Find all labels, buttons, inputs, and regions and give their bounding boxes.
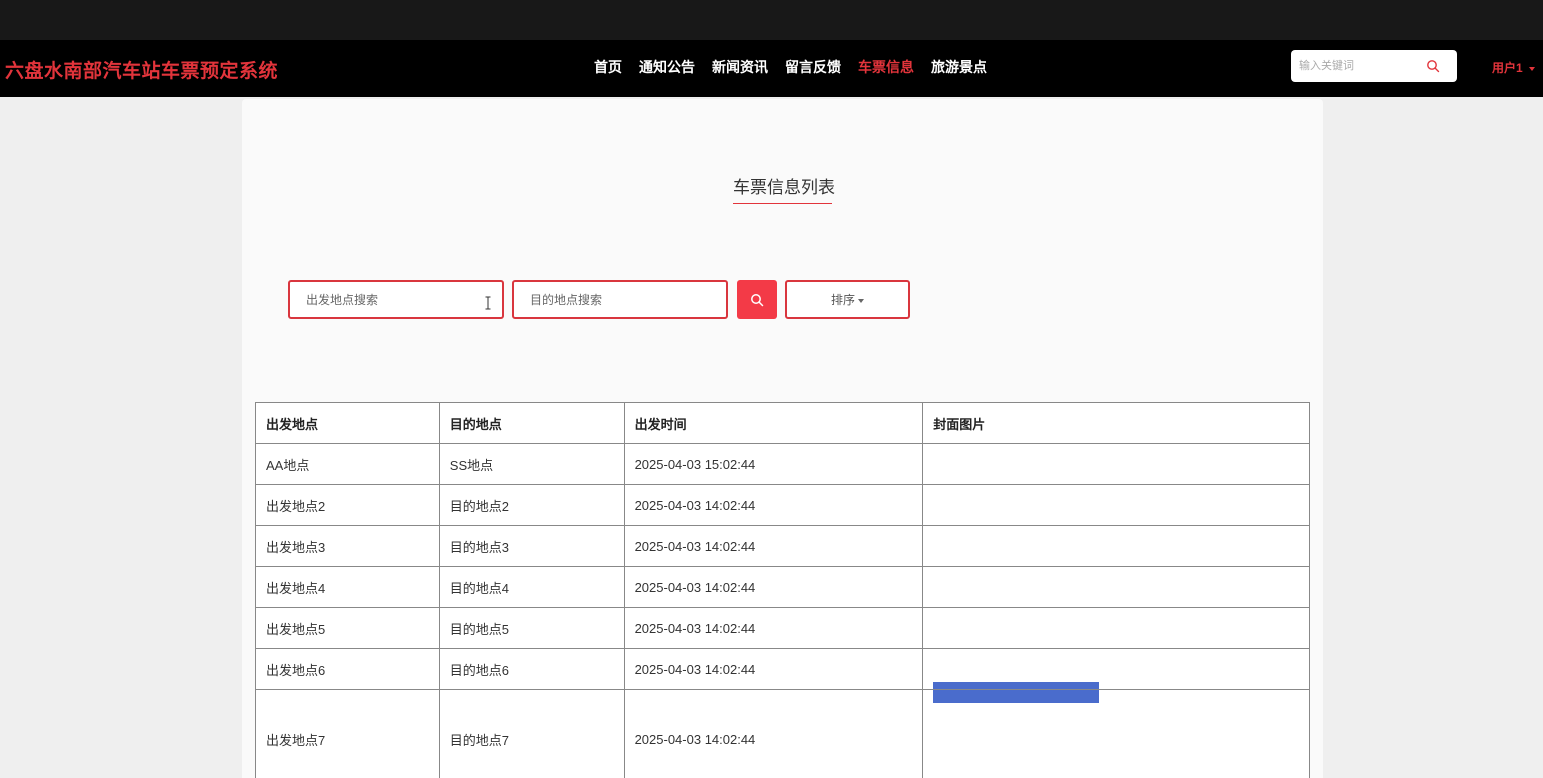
table-row[interactable]: 出发地点3 目的地点3 2025-04-03 14:02:44	[255, 525, 1310, 567]
cell-origin: 出发地点3	[255, 525, 440, 567]
table-row[interactable]: 出发地点4 目的地点4 2025-04-03 14:02:44	[255, 566, 1310, 608]
cell-origin: 出发地点2	[255, 484, 440, 526]
nav-item-feedback[interactable]: 留言反馈	[785, 57, 841, 77]
nav-item-notices[interactable]: 通知公告	[639, 57, 695, 77]
cell-destination: 目的地点7	[438, 689, 625, 778]
cell-destination: SS地点	[438, 443, 625, 485]
destination-search-input[interactable]	[512, 280, 728, 319]
nav-item-news[interactable]: 新闻资讯	[712, 57, 768, 77]
cell-cover-image	[922, 443, 1310, 485]
cell-departure-time: 2025-04-03 14:02:44	[623, 566, 924, 608]
sort-button[interactable]: 排序	[785, 280, 910, 319]
top-navbar: 六盘水南部汽车站车票预定系统 首页 通知公告 新闻资讯 留言反馈 车票信息 旅游…	[0, 40, 1543, 97]
table-header-row: 出发地点 目的地点 出发时间 封面图片	[255, 402, 1310, 444]
title-underline	[733, 203, 832, 204]
cell-departure-time: 2025-04-03 14:02:44	[623, 648, 924, 690]
cell-origin: 出发地点5	[255, 607, 440, 649]
cell-cover-image	[922, 607, 1310, 649]
nav-item-home[interactable]: 首页	[594, 57, 622, 77]
origin-search-input[interactable]	[288, 280, 504, 319]
cell-destination: 目的地点6	[438, 648, 625, 690]
cell-origin: 出发地点4	[255, 566, 440, 608]
table-row[interactable]: 出发地点5 目的地点5 2025-04-03 14:02:44	[255, 607, 1310, 649]
cell-departure-time: 2025-04-03 14:02:44	[623, 689, 924, 778]
tickets-table: 出发地点 目的地点 出发时间 封面图片 AA地点 SS地点 2025-04-03…	[255, 402, 1310, 778]
window-top-strip	[0, 0, 1543, 40]
column-header-departure-time: 出发时间	[623, 402, 924, 444]
table-row[interactable]: 出发地点6 目的地点6 2025-04-03 14:02:44	[255, 648, 1310, 690]
cell-destination: 目的地点2	[438, 484, 625, 526]
cell-cover-image	[922, 484, 1310, 526]
cell-departure-time: 2025-04-03 14:02:44	[623, 525, 924, 567]
chevron-down-icon	[1528, 66, 1535, 71]
table-row[interactable]: AA地点 SS地点 2025-04-03 15:02:44	[255, 443, 1310, 485]
user-menu[interactable]: 用户1	[1492, 59, 1535, 76]
sort-label: 排序	[830, 293, 855, 307]
nav-item-attractions[interactable]: 旅游景点	[931, 57, 987, 77]
cell-destination: 目的地点5	[438, 607, 625, 649]
user-name: 用户1	[1492, 61, 1523, 75]
chevron-down-icon	[858, 298, 864, 303]
page-title: 车票信息列表	[733, 178, 835, 197]
cover-image-thumbnail[interactable]	[933, 681, 1100, 703]
table-row[interactable]: 出发地点7 目的地点7 2025-04-03 14:02:44	[255, 681, 1310, 778]
cell-origin: 出发地点7	[255, 689, 440, 778]
search-button[interactable]	[737, 280, 777, 319]
table-row[interactable]: 出发地点2 目的地点2 2025-04-03 14:02:44	[255, 484, 1310, 526]
cell-departure-time: 2025-04-03 15:02:44	[623, 443, 924, 485]
cell-departure-time: 2025-04-03 14:02:44	[623, 607, 924, 649]
column-header-destination: 目的地点	[438, 402, 625, 444]
cell-origin: AA地点	[255, 443, 440, 485]
column-header-cover-image: 封面图片	[922, 402, 1310, 444]
nav-item-tickets[interactable]: 车票信息	[858, 57, 914, 77]
main-nav: 首页 通知公告 新闻资讯 留言反馈 车票信息 旅游景点	[594, 57, 1004, 77]
cell-cover-image	[922, 681, 1310, 778]
cell-destination: 目的地点4	[438, 566, 625, 608]
column-header-origin: 出发地点	[255, 402, 440, 444]
search-icon	[737, 293, 777, 307]
site-brand[interactable]: 六盘水南部汽车站车票预定系统	[5, 56, 278, 83]
cell-departure-time: 2025-04-03 14:02:44	[623, 484, 924, 526]
cell-origin: 出发地点6	[255, 648, 440, 690]
cell-cover-image	[922, 566, 1310, 608]
text-cursor-icon	[485, 296, 491, 310]
header-search-input[interactable]	[1299, 58, 1427, 74]
cell-cover-image	[922, 525, 1310, 567]
search-icon[interactable]	[1426, 59, 1440, 78]
cell-destination: 目的地点3	[438, 525, 625, 567]
header-search	[1291, 50, 1457, 82]
